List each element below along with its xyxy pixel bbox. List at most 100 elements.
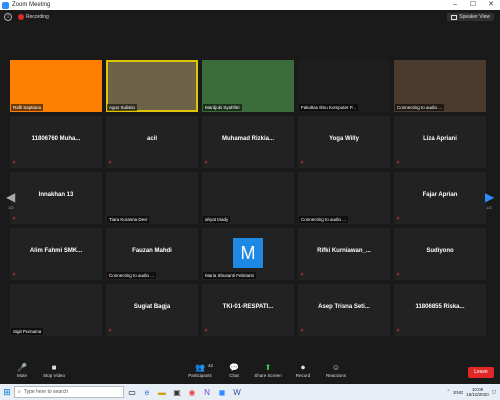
muted-mic-icon: ✕ <box>396 272 401 278</box>
participant-tile[interactable]: Fauzan Mahdi✕Connecting to audio ... <box>106 228 198 280</box>
participant-label: Maria Shusanti Febrianti <box>203 272 256 279</box>
prev-page-button[interactable]: ◀ <box>6 190 15 204</box>
notification-icon[interactable]: ▢ <box>492 389 496 395</box>
muted-mic-icon: ✕ <box>12 272 17 278</box>
share-screen-button[interactable]: ⬆ Share Screen <box>248 363 288 379</box>
participant-tile[interactable]: Fajar Aprian ✕ <box>394 172 486 224</box>
taskbar-search-input[interactable]: ⌕ Type here to search <box>14 386 124 398</box>
onenote-icon[interactable]: N <box>200 385 214 399</box>
participant-tile[interactable]: acil ✕ <box>106 116 198 168</box>
record-icon: ⏺ <box>301 363 305 372</box>
participant-tile[interactable]: Tiara Kurasna Devi <box>106 172 198 224</box>
participant-name: TKI-01-RESPATI... <box>222 304 274 310</box>
clock[interactable]: 10:08 19/10/2020 <box>466 387 489 397</box>
recording-status: Recording <box>26 14 49 20</box>
word-icon[interactable]: W <box>230 385 244 399</box>
participant-count: 42 <box>208 363 214 368</box>
muted-mic-icon: ✕ <box>396 328 401 334</box>
store-icon[interactable]: ▣ <box>170 385 184 399</box>
search-icon: ⌕ <box>18 389 21 395</box>
participant-tile[interactable]: Agus Sulistio <box>106 60 198 112</box>
participant-tile[interactable]: Innakhan 13 ✕ <box>10 172 102 224</box>
page-indicator-right: 1/2 <box>486 205 492 210</box>
chrome-icon[interactable]: ◉ <box>185 385 199 399</box>
participant-tile[interactable]: ahyat triady <box>202 172 294 224</box>
participant-tile[interactable]: Rafli Saptiana <box>10 60 102 112</box>
participants-label: Participants <box>188 373 212 378</box>
participant-name: Fajar Aprian <box>422 192 458 198</box>
muted-mic-icon: ✕ <box>108 328 113 334</box>
minimize-button[interactable]: – <box>446 0 464 10</box>
close-button[interactable]: ✕ <box>482 0 500 10</box>
participant-tile[interactable]: Rifki Kurniawan_... ✕ <box>298 228 390 280</box>
language-indicator[interactable]: ENG <box>453 390 463 395</box>
edge-icon[interactable]: e <box>140 385 154 399</box>
zoom-logo-icon <box>2 1 9 9</box>
participant-tile[interactable]: Connecting to audio ... <box>394 60 486 112</box>
clock-date: 19/10/2020 <box>466 392 489 397</box>
window-controls: – ☐ ✕ <box>446 0 500 10</box>
participant-tile[interactable]: Yoga Willy ✕ <box>298 116 390 168</box>
muted-mic-icon: ✕ <box>396 216 401 222</box>
participant-name: Liza Apriani <box>423 136 457 142</box>
info-icon[interactable]: i <box>4 13 12 21</box>
participant-tile[interactable]: Asep Trisna Seti... ✕ <box>298 284 390 336</box>
chat-icon: 💬 <box>229 363 239 372</box>
participant-tile[interactable]: Muhamad Rizkia... ✕ <box>202 116 294 168</box>
participant-tile[interactable]: Sudiyono ✕ <box>394 228 486 280</box>
muted-mic-icon: ✕ <box>300 160 305 166</box>
zoom-taskbar-icon[interactable]: ◼ <box>215 385 229 399</box>
reactions-icon: ☺ <box>331 363 341 372</box>
participant-tile[interactable]: Liza Apriani ✕ <box>394 116 486 168</box>
participant-name: Rifki Kurniawan_... <box>317 248 371 254</box>
participant-tile[interactable]: Sigit Purnama <box>10 284 102 336</box>
participant-grid: Rafli Saptiana Agus Sulistio Mardjuki Syah… <box>10 60 490 336</box>
chat-label: Chat <box>229 373 239 378</box>
participant-tile[interactable]: 11806760 Muha... ✕ <box>10 116 102 168</box>
muted-mic-icon: ✕ <box>396 160 401 166</box>
participant-label: Connecting to audio ... <box>299 216 349 223</box>
participants-icon: 👥 <box>195 363 205 372</box>
maximize-button[interactable]: ☐ <box>464 0 482 10</box>
task-view-icon[interactable]: ▭ <box>125 385 139 399</box>
meeting-topbar: i Recording Speaker View <box>0 10 500 24</box>
muted-mic-icon: ✕ <box>204 160 209 166</box>
windows-start-icon[interactable]: ⊞ <box>0 384 14 400</box>
search-placeholder: Type here to search <box>23 389 69 395</box>
participant-tile[interactable]: Mardjuki Syahfitri <box>202 60 294 112</box>
participant-name: 11806760 Muha... <box>31 136 81 142</box>
system-tray: ⌃ ENG 10:08 19/10/2020 ▢ <box>447 387 500 397</box>
participant-name: Yoga Willy <box>329 136 359 142</box>
muted-mic-icon: ✕ <box>300 272 305 278</box>
participant-tile[interactable]: 11806855 Riska... ✕ <box>394 284 486 336</box>
speaker-view-button[interactable]: Speaker View <box>447 13 494 21</box>
muted-mic-icon: ✕ <box>108 160 113 166</box>
muted-mic-icon: ✕ <box>12 216 17 222</box>
participant-tile[interactable]: TKI-01-RESPATI... ✕ <box>202 284 294 336</box>
reactions-button[interactable]: ☺ Reactions <box>316 363 356 379</box>
participant-name: Muhamad Rizkia... <box>221 136 274 142</box>
grid-view-icon <box>451 14 458 20</box>
speaker-view-label: Speaker View <box>459 14 490 20</box>
participant-tile[interactable]: Connecting to audio ... <box>298 172 390 224</box>
participant-tile[interactable]: Sugiat Bagja ✕ <box>106 284 198 336</box>
participant-label: Connecting to audio ... <box>107 272 157 279</box>
participant-name: Sudiyono <box>426 248 454 254</box>
page-indicator-left: 1/2 <box>8 205 14 210</box>
participant-label: Fakultas Ilmu Komputer P... <box>299 104 358 111</box>
stop-video-button[interactable]: ■ Stop Video <box>34 364 74 379</box>
next-page-button[interactable]: ▶ <box>485 190 494 204</box>
reactions-label: Reactions <box>325 373 346 378</box>
leave-button[interactable]: Leave <box>468 367 494 378</box>
share-screen-icon: ⬆ <box>264 363 272 372</box>
participant-tile[interactable]: Alim Fahmi SMK... ✕ <box>10 228 102 280</box>
participant-tile[interactable]: M Maria Shusanti Febrianti <box>202 228 294 280</box>
file-explorer-icon[interactable]: ▬ <box>155 385 169 399</box>
windows-taskbar: ⊞ ⌕ Type here to search ▭ e ▬ ▣ ◉ N ◼ W … <box>0 384 500 400</box>
participant-name: Fauzan Mahdi <box>132 248 172 254</box>
participant-tile[interactable]: Fakultas Ilmu Komputer P... <box>298 60 390 112</box>
participant-name: Alim Fahmi SMK... <box>29 248 83 254</box>
window-titlebar: Zoom Meeting – ☐ ✕ <box>0 0 500 10</box>
participant-name: Sugiat Bagja <box>133 304 171 310</box>
tray-chevron-icon[interactable]: ⌃ <box>447 389 451 395</box>
